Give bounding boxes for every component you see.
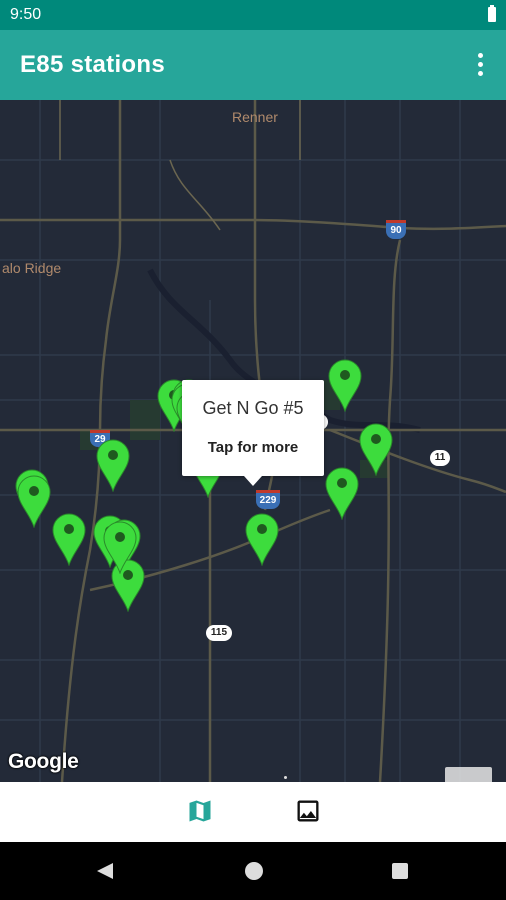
system-navigation-bar xyxy=(0,842,506,900)
back-icon[interactable] xyxy=(95,861,115,886)
google-logo: Google xyxy=(8,750,79,773)
station-marker[interactable] xyxy=(102,520,138,574)
map-icon[interactable] xyxy=(186,797,216,827)
station-marker[interactable] xyxy=(327,358,363,412)
battery-icon xyxy=(488,5,496,22)
station-marker[interactable] xyxy=(51,512,87,566)
interstate-shield: 229 xyxy=(256,490,280,509)
status-bar: 9:50 xyxy=(0,0,506,30)
photo-icon[interactable] xyxy=(294,797,324,827)
station-marker[interactable] xyxy=(16,474,52,528)
interstate-shield: 90 xyxy=(386,220,406,239)
status-time: 9:50 xyxy=(10,6,42,23)
station-marker[interactable] xyxy=(95,438,131,492)
place-label-renner: Renner xyxy=(232,109,278,125)
state-route-shield: 115 xyxy=(206,625,232,641)
bottom-navigation xyxy=(0,782,506,842)
home-icon[interactable] xyxy=(244,861,264,886)
info-window-pointer xyxy=(244,476,262,486)
station-marker[interactable] xyxy=(244,512,280,566)
zoom-in-button[interactable]: + xyxy=(445,767,492,782)
zoom-controls: + − xyxy=(445,767,492,782)
app-title: E85 stations xyxy=(20,51,165,78)
app-bar: E85 stations xyxy=(0,30,506,100)
page-indicator-dot xyxy=(284,776,287,779)
map-view[interactable]: Renner alo Ridge 90 29 229 42 11 115 Get… xyxy=(0,100,506,782)
place-label-buffalo-ridge: alo Ridge xyxy=(2,260,62,276)
more-vert-icon[interactable] xyxy=(468,52,492,78)
info-window-action[interactable]: Tap for more xyxy=(182,439,324,456)
info-window-title: Get N Go #5 xyxy=(202,398,304,418)
station-marker[interactable] xyxy=(358,422,394,476)
station-marker[interactable] xyxy=(324,466,360,520)
info-window[interactable]: Get N Go #5 Tap for more xyxy=(182,380,324,486)
state-route-shield: 11 xyxy=(430,450,450,466)
recents-icon[interactable] xyxy=(390,861,410,886)
